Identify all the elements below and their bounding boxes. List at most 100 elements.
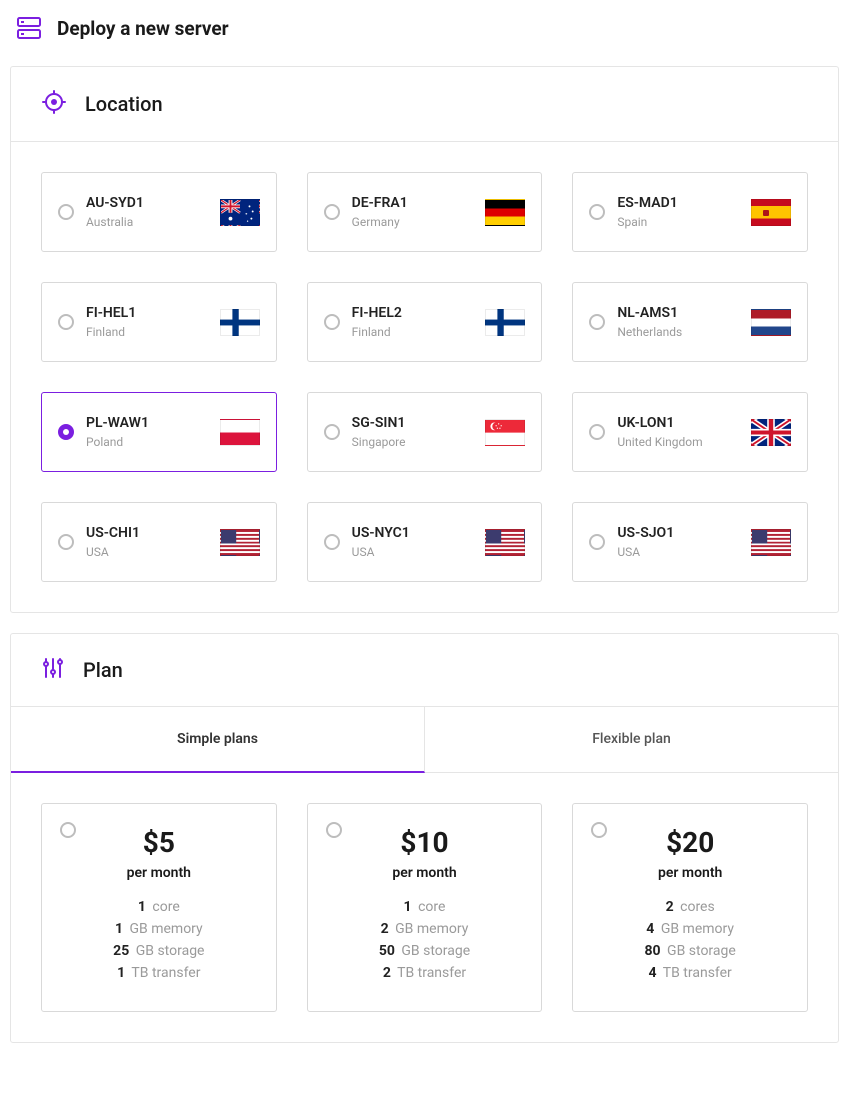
plan-spec-transfer: 4 TB transfer (589, 965, 791, 981)
sliders-icon (41, 656, 65, 684)
location-text: US-NYC1 USA (352, 525, 474, 559)
spec-unit: core (415, 899, 446, 915)
location-text: US-CHI1USA (86, 525, 208, 559)
spec-unit: TB transfer (394, 965, 466, 981)
location-code: US-SJO1 (617, 525, 739, 541)
plan-spec-storage: 25 GB storage (58, 943, 260, 959)
plan-spec-memory: 1 GB memory (58, 921, 260, 937)
location-code: PL-WAW1 (86, 415, 208, 431)
spec-number: 1 (404, 899, 412, 915)
location-text: FI-HEL2 Finland (352, 305, 474, 339)
location-option[interactable]: US-SJO1USA (572, 502, 808, 582)
location-country: USA (352, 545, 474, 559)
location-text: UK-LON1United Kingdom (617, 415, 739, 449)
location-country: Poland (86, 435, 208, 449)
flag-icon (220, 419, 260, 446)
flag-icon (751, 529, 791, 556)
location-option[interactable]: DE-FRA1Germany (307, 172, 543, 252)
radio-icon (589, 534, 605, 550)
location-code: FI-HEL2 (352, 305, 474, 321)
spec-unit: TB transfer (660, 965, 732, 981)
location-country: Finland (86, 325, 208, 339)
plan-price: $10 (324, 826, 526, 859)
spec-number: 4 (646, 921, 654, 937)
location-code: DE-FRA1 (352, 195, 474, 211)
location-text: ES-MAD1Spain (617, 195, 739, 229)
spec-unit: TB transfer (128, 965, 200, 981)
plan-period: per month (58, 865, 260, 881)
page-title: Deploy a new server (57, 17, 229, 40)
spec-number: 1 (117, 965, 125, 981)
flag-icon (485, 309, 525, 336)
location-text: PL-WAW1 Poland (86, 415, 208, 449)
plan-option[interactable]: $5per month1 core1 GB memory25 GB storag… (41, 803, 277, 1012)
location-code: US-CHI1 (86, 525, 208, 541)
plan-heading: Plan (83, 658, 123, 682)
radio-icon (58, 424, 74, 440)
plan-spec-memory: 4 GB memory (589, 921, 791, 937)
location-option[interactable]: US-CHI1USA (41, 502, 277, 582)
location-text: US-SJO1USA (617, 525, 739, 559)
flag-icon (220, 529, 260, 556)
location-text: NL-AMS1Netherlands (617, 305, 739, 339)
spec-number: 2 (383, 965, 391, 981)
location-option[interactable]: SG-SIN1Singapore (307, 392, 543, 472)
location-country: Finland (352, 325, 474, 339)
location-country: Australia (86, 215, 208, 229)
location-code: US-NYC1 (352, 525, 474, 541)
radio-icon (58, 204, 74, 220)
location-option[interactable]: UK-LON1United Kingdom (572, 392, 808, 472)
radio-icon (589, 314, 605, 330)
location-option[interactable]: FI-HEL2 Finland (307, 282, 543, 362)
plan-option[interactable]: $20per month2 cores4 GB memory80 GB stor… (572, 803, 808, 1012)
server-icon (15, 14, 43, 42)
location-heading: Location (85, 92, 163, 116)
plan-grid: $5per month1 core1 GB memory25 GB storag… (11, 773, 838, 1042)
plan-tab[interactable]: Flexible plan (425, 707, 838, 772)
flag-icon (751, 419, 791, 446)
flag-icon (751, 199, 791, 226)
spec-unit: GB memory (126, 921, 203, 937)
location-option[interactable]: PL-WAW1 Poland (41, 392, 277, 472)
spec-unit: GB memory (657, 921, 734, 937)
plan-card: Plan Simple plansFlexible plan $5per mon… (10, 633, 839, 1043)
flag-icon (485, 199, 525, 226)
plan-option[interactable]: $10per month1 core2 GB memory50 GB stora… (307, 803, 543, 1012)
radio-icon (324, 314, 340, 330)
location-code: SG-SIN1 (352, 415, 474, 431)
spec-unit: core (149, 899, 180, 915)
location-option[interactable]: ES-MAD1Spain (572, 172, 808, 252)
location-option[interactable]: US-NYC1 USA (307, 502, 543, 582)
radio-icon (324, 204, 340, 220)
radio-icon (589, 424, 605, 440)
flag-icon (220, 309, 260, 336)
plan-tabs: Simple plansFlexible plan (11, 707, 838, 773)
page-header: Deploy a new server (0, 0, 849, 56)
spec-unit: GB memory (392, 921, 469, 937)
location-card: Location AU-SYD1Australia DE-FRA1Germany E… (10, 66, 839, 613)
location-option[interactable]: FI-HEL1Finland (41, 282, 277, 362)
spec-number: 1 (115, 921, 123, 937)
plan-spec-cores: 1 core (324, 899, 526, 915)
plan-tab[interactable]: Simple plans (11, 707, 425, 773)
flag-icon (485, 529, 525, 556)
spec-number: 25 (113, 943, 129, 959)
spec-number: 1 (138, 899, 146, 915)
plan-spec-storage: 80 GB storage (589, 943, 791, 959)
location-code: NL-AMS1 (617, 305, 739, 321)
spec-number: 4 (649, 965, 657, 981)
flag-icon (485, 419, 525, 446)
location-option[interactable]: AU-SYD1Australia (41, 172, 277, 252)
radio-icon (326, 822, 342, 838)
location-card-header: Location (11, 67, 838, 142)
location-option[interactable]: NL-AMS1Netherlands (572, 282, 808, 362)
location-code: ES-MAD1 (617, 195, 739, 211)
flag-icon (220, 199, 260, 226)
radio-icon (324, 424, 340, 440)
radio-icon (60, 822, 76, 838)
location-text: FI-HEL1Finland (86, 305, 208, 339)
plan-spec-memory: 2 GB memory (324, 921, 526, 937)
plan-spec-storage: 50 GB storage (324, 943, 526, 959)
radio-icon (58, 534, 74, 550)
spec-unit: GB storage (398, 943, 470, 959)
